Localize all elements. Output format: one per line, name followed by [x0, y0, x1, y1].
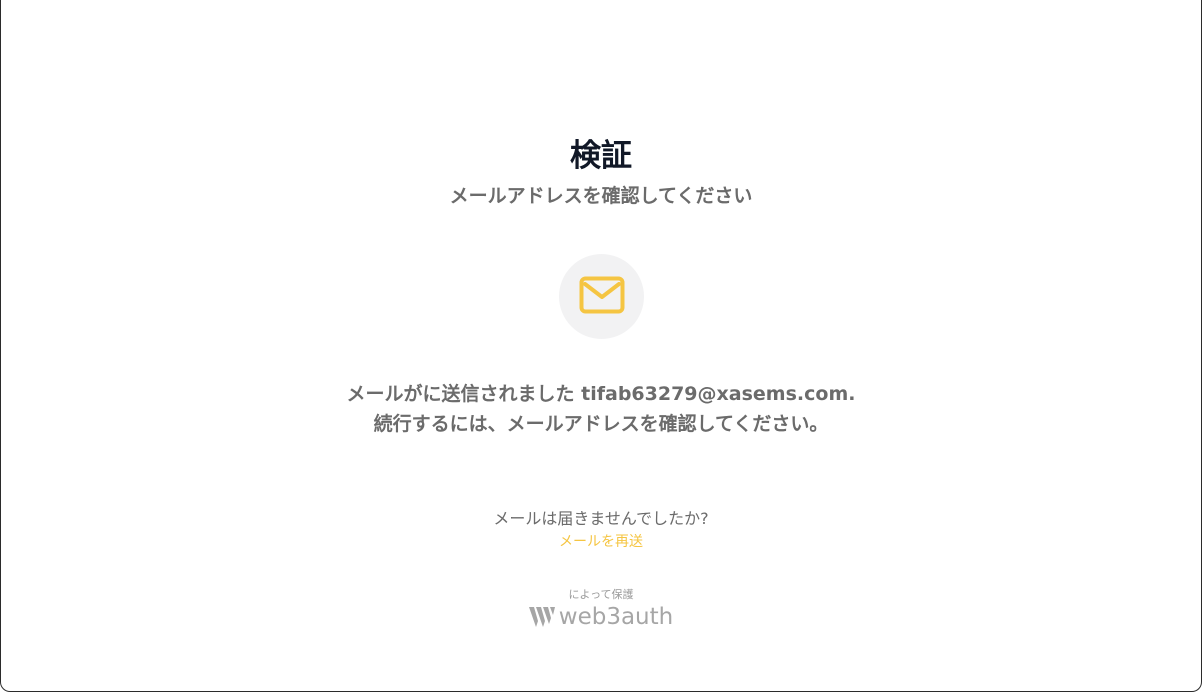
message-line-sent: メールがに送信されました tifab63279@xasems.com.	[346, 383, 856, 405]
envelope-icon	[579, 276, 625, 318]
dialog-window: 検証 メールアドレスを確認してください メールがに送信されました tifab63…	[0, 0, 1202, 692]
verification-panel: 検証 メールアドレスを確認してください メールがに送信されました tifab63…	[1, 0, 1201, 691]
web3auth-brand: web3auth	[1, 602, 1201, 632]
secured-by-label: によって保護	[568, 588, 634, 601]
web3auth-logo-icon	[528, 606, 555, 628]
verification-message: メールがに送信されました tifab63279@xasems.com. 続行する…	[1, 379, 1201, 439]
page-subtitle: メールアドレスを確認してください	[449, 185, 753, 207]
page-title: 検証	[570, 138, 632, 174]
message-line-instruction: 続行するには、メールアドレスを確認してください。	[373, 413, 829, 435]
resend-question: メールは届きませんでしたか?	[493, 509, 709, 528]
envelope-icon-container	[559, 254, 644, 339]
resend-email-link[interactable]: メールを再送	[1, 532, 1201, 552]
brand-name: web3auth	[558, 604, 674, 630]
